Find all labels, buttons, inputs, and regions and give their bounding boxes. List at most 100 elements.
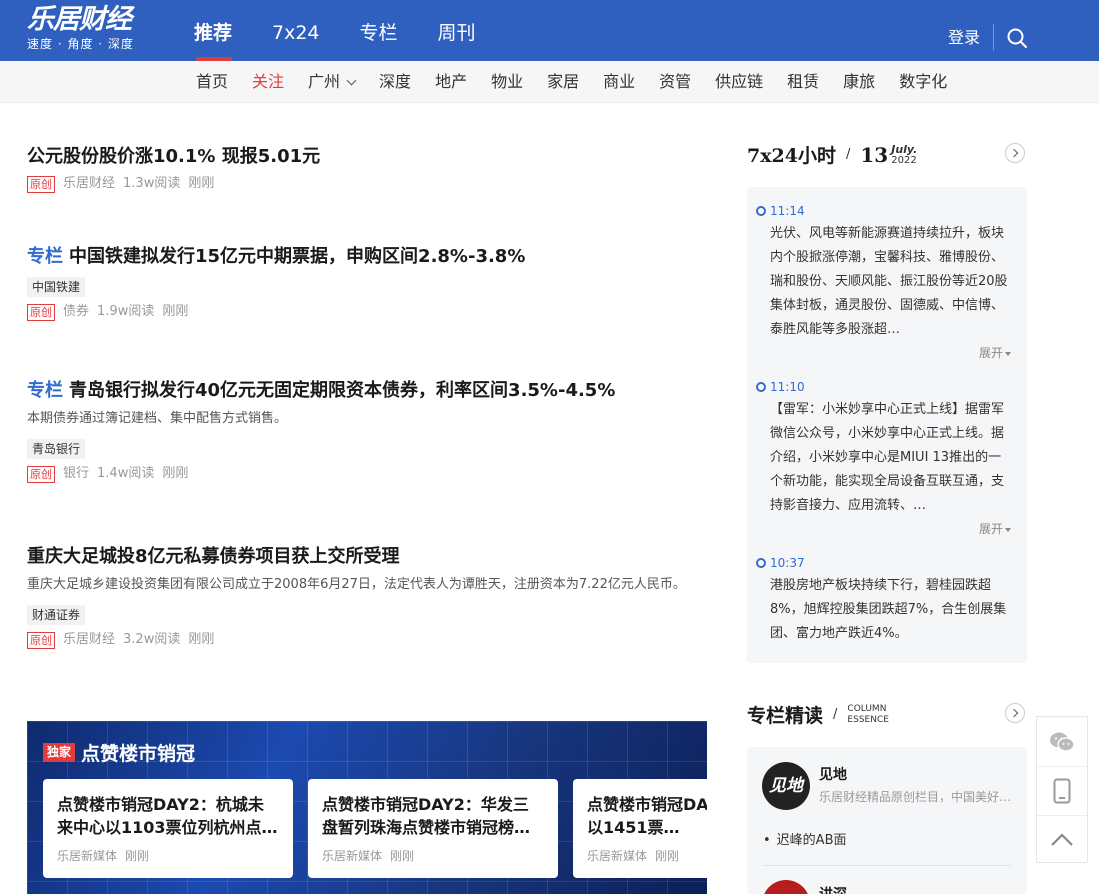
flash-text: 光伏、风电等新能源赛道持续拉升，板块内个股掀涨停潮，宝馨科技、雅博股份、瑞和股份… — [770, 226, 1008, 337]
flash-more-arrow-icon[interactable] — [1005, 143, 1025, 163]
article-item: 专栏 青岛银行拟发行40亿元无固定期限资本债券，利率区间3.5%-4.5% 本期债… — [27, 379, 707, 483]
column-description: 乐居财经精品原创栏目，中国美好… — [819, 790, 1012, 804]
flash-header: 7x24小时 / 13 July. 2022 — [747, 141, 917, 168]
avatar[interactable] — [762, 880, 810, 894]
timeline-dot-icon — [756, 382, 766, 392]
column-en-line1: COLUMN — [847, 703, 887, 714]
column-list: 见地 见地 乐居财经精品原创栏目，中国美好… 迟峰的AB面 讲深 — [747, 747, 1027, 894]
logo-main-text: 乐居财经 — [27, 4, 132, 35]
column-prefix: 专栏 — [27, 246, 63, 267]
feature-banner[interactable]: 独家 点赞楼市销冠 点赞楼市销冠DAY2：杭城未来中心以1103票位列杭州点… … — [27, 721, 707, 894]
flash-item[interactable]: 11:14 光伏、风电等新能源赛道持续拉升，板块内个股掀涨停潮，宝馨科技、雅博股… — [747, 200, 1027, 361]
wechat-icon[interactable] — [1037, 717, 1087, 766]
card-time: 刚刚 — [655, 849, 680, 863]
banner-title[interactable]: 点赞楼市销冠 — [81, 739, 195, 766]
floating-toolbar — [1036, 716, 1088, 863]
column-name[interactable]: 讲深 — [819, 884, 847, 894]
site-logo[interactable]: 乐居财经 速度 · 角度 · 深度 — [27, 4, 149, 54]
card-title: 点赞楼市销冠DAY2：杭城未来中心以1103票位列杭州点… — [57, 795, 278, 837]
article-reads: 3.2w阅读 — [123, 632, 181, 647]
article-time: 刚刚 — [162, 304, 189, 319]
search-icon[interactable] — [1006, 27, 1028, 49]
login-link[interactable]: 登录 — [948, 24, 980, 48]
subnav-city-label: 广州 — [308, 72, 341, 91]
article-time: 刚刚 — [162, 466, 189, 481]
subnav-realestate[interactable]: 地产 — [435, 61, 467, 103]
column-article-link[interactable]: 迟峰的AB面 — [763, 829, 847, 848]
expand-button[interactable]: 展开 — [770, 344, 1011, 361]
card-title: 点赞楼市销冠DAY2：华发三盘暂列珠海点赞楼市销冠榜… — [322, 795, 531, 837]
nav-tab-7x24[interactable]: 7x24 — [272, 0, 320, 61]
card-title: 点赞楼市销冠DAY2：麓公馆以1451票… — [587, 795, 707, 837]
flash-day: 13 — [860, 142, 889, 167]
subnav-asset-mgmt[interactable]: 资管 — [659, 61, 691, 103]
article-tag[interactable]: 中国铁建 — [27, 277, 86, 297]
card-source: 乐居新媒体 — [322, 849, 383, 863]
timeline-dot-icon — [756, 558, 766, 568]
subnav-commerce[interactable]: 商业 — [603, 61, 635, 103]
expand-button[interactable]: 展开 — [770, 520, 1011, 537]
mobile-icon[interactable] — [1037, 766, 1087, 815]
subnav-depth[interactable]: 深度 — [379, 61, 411, 103]
subnav-home[interactable]: 首页 — [196, 61, 228, 103]
card-time: 刚刚 — [390, 849, 415, 863]
article-title[interactable]: 公元股份股价涨10.1% 现报5.01元 — [27, 145, 707, 169]
article-source[interactable]: 银行 — [63, 465, 89, 483]
flash-month-year: July. 2022 — [891, 144, 917, 166]
subnav-wellness-travel[interactable]: 康旅 — [843, 61, 875, 103]
flash-year: 2022 — [891, 154, 917, 166]
column-prefix: 专栏 — [27, 380, 63, 401]
avatar[interactable]: 见地 — [762, 762, 810, 810]
card-source: 乐居新媒体 — [57, 849, 118, 863]
flash-month: July. — [891, 142, 918, 156]
article-title[interactable]: 专栏 中国铁建拟发行15亿元中期票据，申购区间2.8%-3.8% — [27, 245, 707, 269]
nav-tab-column[interactable]: 专栏 — [360, 0, 398, 61]
flash-text: 港股房地产板块持续下行，碧桂园跌超8%，旭辉控股集团跌超7%，合生创展集团、富力… — [770, 578, 1007, 641]
article-tag[interactable]: 青岛银行 — [27, 439, 86, 459]
article-meta: 原创 债券 1.9w阅读 刚刚 — [27, 303, 707, 321]
column-more-arrow-icon[interactable] — [1005, 703, 1025, 723]
subnav-home-furnishing[interactable]: 家居 — [547, 61, 579, 103]
chevron-down-icon — [346, 75, 357, 85]
subnav-follow[interactable]: 关注 — [252, 61, 284, 103]
banner-header: 独家 点赞楼市销冠 — [43, 739, 195, 766]
card-meta: 乐居新媒体 刚刚 — [587, 847, 707, 864]
caret-down-icon — [1005, 351, 1011, 356]
top-header: 乐居财经 速度 · 角度 · 深度 推荐 7x24 专栏 周刊 登录 — [0, 0, 1099, 61]
nav-tab-weekly[interactable]: 周刊 — [438, 0, 476, 61]
subnav-city-dropdown[interactable]: 广州 — [308, 61, 357, 103]
sub-nav: 首页 关注 广州 深度 地产 物业 家居 商业 资管 供应链 租赁 康旅 数字化 — [0, 61, 1099, 103]
expand-label: 展开 — [978, 346, 1003, 360]
banner-card[interactable]: 点赞楼市销冠DAY2：杭城未来中心以1103票位列杭州点… 乐居新媒体 刚刚 — [43, 779, 293, 878]
article-source[interactable]: 乐居财经 — [63, 175, 115, 193]
card-meta: 乐居新媒体 刚刚 — [57, 847, 279, 864]
article-summary: 本期债券通过簿记建档、集中配售方式销售。 — [27, 411, 288, 426]
flash-title[interactable]: 7x24小时 — [747, 141, 836, 168]
column-section-title[interactable]: 专栏精读 — [747, 701, 823, 728]
article-meta: 原创 乐居财经 1.3w阅读 刚刚 — [27, 175, 707, 193]
article-tag[interactable]: 财通证券 — [27, 605, 86, 625]
subnav-supply-chain[interactable]: 供应链 — [715, 61, 763, 103]
flash-item[interactable]: 10:37 港股房地产板块持续下行，碧桂园跌超8%，旭辉控股集团跌超7%，合生创… — [747, 552, 1027, 646]
article-time: 刚刚 — [188, 632, 215, 647]
article-title-text: 中国铁建拟发行15亿元中期票据，申购区间2.8%-3.8% — [69, 246, 526, 267]
flash-item[interactable]: 11:10 【雷军：小米妙享中心正式上线】据雷军微信公众号，小米妙享中心正式上线… — [747, 376, 1027, 537]
article-title[interactable]: 专栏 青岛银行拟发行40亿元无固定期限资本债券，利率区间3.5%-4.5% — [27, 379, 707, 403]
banner-card[interactable]: 点赞楼市销冠DAY2：华发三盘暂列珠海点赞楼市销冠榜… 乐居新媒体 刚刚 — [308, 779, 558, 878]
banner-card[interactable]: 点赞楼市销冠DAY2：麓公馆以1451票… 乐居新媒体刚刚 — [573, 779, 707, 878]
article-reads: 1.9w阅读 — [97, 304, 155, 319]
subnav-digital[interactable]: 数字化 — [899, 61, 947, 103]
column-en-title: COLUMN ESSENCE — [847, 704, 889, 726]
article-source[interactable]: 债券 — [63, 303, 89, 321]
article-item: 重庆大足城投8亿元私募债券项目获上交所受理 重庆大足城乡建设投资集团有限公司成立… — [27, 545, 707, 649]
article-title[interactable]: 重庆大足城投8亿元私募债券项目获上交所受理 — [27, 545, 707, 569]
subnav-property[interactable]: 物业 — [491, 61, 523, 103]
subnav-rental[interactable]: 租赁 — [787, 61, 819, 103]
article-source[interactable]: 乐居财经 — [63, 631, 115, 649]
back-to-top-icon[interactable] — [1037, 815, 1087, 864]
nav-tab-recommend[interactable]: 推荐 — [194, 0, 233, 61]
timeline-dot-icon — [756, 206, 766, 216]
flash-text: 【雷军：小米妙享中心正式上线】据雷军微信公众号，小米妙享中心正式上线。据介绍，小… — [770, 402, 1005, 513]
column-name[interactable]: 见地 — [819, 764, 847, 784]
article-item: 专栏 中国铁建拟发行15亿元中期票据，申购区间2.8%-3.8% 中国铁建 原创 … — [27, 245, 707, 321]
